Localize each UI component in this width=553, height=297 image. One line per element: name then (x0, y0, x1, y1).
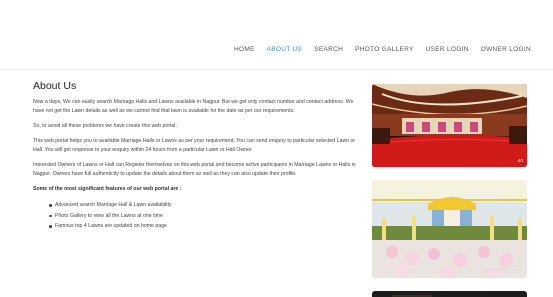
photo-caption: 40 (517, 159, 523, 164)
page-title: About Us (33, 80, 77, 92)
list-item: Advanced search Marriage Hall & Lawn ava… (49, 200, 358, 211)
features-list: Advanced search Marriage Hall & Lawn ava… (49, 200, 358, 232)
venue-photo-stage[interactable]: 40 (372, 84, 527, 167)
watermark: shutterstock.com (484, 268, 521, 273)
night-photo-image (372, 291, 527, 297)
stage-photo-image (372, 84, 527, 167)
venue-photo-night[interactable] (372, 291, 527, 297)
nav-home[interactable]: HOME (228, 46, 261, 53)
about-paragraph-1: Now a days, We can easily search Marriag… (33, 99, 354, 114)
lawn-photo-image (372, 180, 527, 278)
venue-photo-lawn[interactable]: shutterstock.com (372, 180, 527, 278)
about-content: About Us Now a days, We can easily searc… (33, 80, 358, 232)
header: HOME ABOUT US SEARCH PHOTO GALLERY USER … (0, 0, 553, 70)
nav-photo-gallery[interactable]: PHOTO GALLERY (349, 46, 420, 53)
about-paragraph-3: This web portal helps you to available M… (33, 138, 356, 153)
about-paragraph-4: Interested Owners of Lawns or Hall can R… (33, 162, 356, 177)
photo-sidebar: 40 shutterstock.com (372, 84, 527, 297)
nav-owner-login[interactable]: OWNER LOGIN (475, 46, 537, 53)
nav-about-us[interactable]: ABOUT US (261, 46, 309, 53)
list-item: Photo Gallery to view all the Lawns at o… (49, 211, 358, 222)
features-heading: Some of the most significant features of… (33, 186, 182, 192)
list-item: Famous top 4 Lawns are updated on home p… (49, 221, 358, 232)
nav-user-login[interactable]: USER LOGIN (420, 46, 475, 53)
main-nav: HOME ABOUT US SEARCH PHOTO GALLERY USER … (228, 46, 537, 53)
about-paragraph-2: So, to avoid all these problems we have … (33, 123, 177, 129)
nav-search[interactable]: SEARCH (308, 46, 349, 53)
